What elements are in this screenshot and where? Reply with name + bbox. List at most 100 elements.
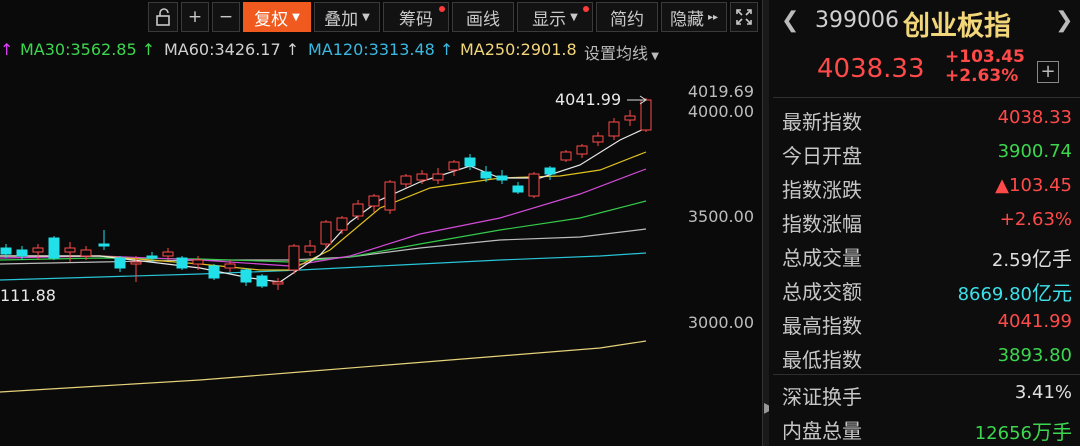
candle-body <box>146 255 158 259</box>
stat-value: 3900.74 <box>998 141 1072 162</box>
hide-button[interactable]: 隐藏 ▸▸ <box>661 2 727 32</box>
candle-body <box>336 217 348 231</box>
display-label: 显示 <box>532 9 567 30</box>
ma30-value: MA30:3562.85 ↑ <box>20 40 155 59</box>
stat-row: 总成交额 8669.80亿元 <box>782 273 1074 307</box>
adjust-button[interactable]: 复权 ▼ <box>243 2 311 32</box>
candle-body <box>114 257 126 269</box>
stat-label: 最高指数 <box>782 314 862 338</box>
candle-body <box>496 175 508 181</box>
stat-row: 总成交量 2.59亿手 <box>782 239 1074 273</box>
axis-top-value: 4019.69 <box>687 82 754 101</box>
panel-divider[interactable]: ▶ <box>762 0 775 446</box>
stat-row: 内盘总量 12656万手 <box>782 412 1074 446</box>
zoom-in-button[interactable]: + <box>181 2 209 32</box>
candle-body <box>608 121 620 137</box>
prev-arrow-icon[interactable]: ❮ <box>781 8 799 33</box>
stat-number: 8669.80 <box>957 284 1032 305</box>
stat-unit: 亿元 <box>1032 281 1072 305</box>
candlestick-plot[interactable]: 4041.99 111.88 <box>0 70 676 446</box>
adjust-label: 复权 <box>254 9 289 30</box>
index-name: 创业板指 <box>903 11 1011 42</box>
simple-mode-button[interactable]: 简约 <box>596 2 658 32</box>
candle-body <box>288 245 300 271</box>
chips-button[interactable]: 筹码 <box>383 2 449 32</box>
display-button[interactable]: 显示 ▼ <box>517 2 593 32</box>
candle-body <box>224 263 236 269</box>
stat-label: 最低指数 <box>782 348 862 372</box>
candle-body <box>162 251 174 257</box>
candle-body <box>208 265 220 279</box>
candle-body <box>592 135 604 143</box>
add-watchlist-button[interactable]: + <box>1037 61 1059 83</box>
candle-body <box>448 161 460 171</box>
high-value-label: 4041.99 <box>555 90 621 109</box>
stat-row: 最新指数 4038.33 <box>782 103 1074 137</box>
overlay-button[interactable]: 叠加 ▼ <box>314 2 380 32</box>
stat-label: 指数涨跌 <box>782 178 862 202</box>
ma-settings-label: 设置均线 <box>584 44 649 63</box>
stat-number: +2.63% <box>999 209 1072 230</box>
candle-body <box>16 249 28 257</box>
stat-label: 今日开盘 <box>782 144 862 168</box>
stat-label: 总成交额 <box>782 280 862 304</box>
ma250-text: MA250:2901.8 <box>460 40 577 59</box>
caret-down-icon: ▼ <box>648 51 659 62</box>
change-percent: +2.63% <box>945 66 1019 86</box>
stat-label: 指数涨幅 <box>782 212 862 236</box>
candle-body <box>576 145 588 155</box>
caret-down-icon: ▼ <box>570 11 578 23</box>
ma120-line <box>0 252 647 281</box>
latest-price: 4038.33 <box>817 54 925 84</box>
candle-body <box>176 257 188 269</box>
candle-body <box>32 247 44 253</box>
divider-line <box>773 374 1080 375</box>
next-arrow-icon[interactable]: ❯ <box>1055 8 1073 33</box>
ma250-line <box>0 340 647 393</box>
divider-line <box>773 97 1080 98</box>
draw-line-label: 画线 <box>466 9 500 30</box>
candlesticks <box>0 98 652 290</box>
stat-row: 指数涨跌 ▲103.45 <box>782 171 1074 205</box>
ma120-value: MA120:3313.48 ↑ <box>308 40 453 59</box>
stat-value: 3.41% <box>1015 382 1072 403</box>
candle-body <box>432 173 444 181</box>
fullscreen-icon[interactable] <box>730 2 758 32</box>
stat-number: 2.59 <box>991 250 1032 271</box>
ma-settings-button[interactable]: 设置均线 ▼ <box>584 40 659 64</box>
stat-row: 最高指数 4041.99 <box>782 307 1074 341</box>
axis-tick-4000: 4000.00 <box>687 102 754 121</box>
unlock-icon[interactable] <box>148 2 178 32</box>
candle-body <box>192 259 204 265</box>
overlay-label: 叠加 <box>324 9 359 30</box>
stat-value: 4038.33 <box>998 107 1072 128</box>
axis-tick-3500: 3500.00 <box>687 207 754 226</box>
candle-body <box>416 173 428 181</box>
candle-body <box>80 249 92 257</box>
candle-body <box>130 261 142 265</box>
stat-number: 4038.33 <box>997 107 1072 128</box>
quote-panel: ❮ 399006 创业板指 ❯ 4038.33 +103.45 +2.63% +… <box>769 0 1080 446</box>
ma60-value: MA60:3426.17 ↑ <box>164 40 299 59</box>
stat-value: 2.59亿手 <box>992 243 1072 272</box>
stat-label: 总成交量 <box>782 246 862 270</box>
draw-line-button[interactable]: 画线 <box>452 2 514 32</box>
stat-value: +2.63% <box>1000 209 1072 230</box>
stat-number: ▲103.45 <box>995 175 1072 196</box>
ma-arrow-icon: ↑ <box>0 40 14 59</box>
candle-body <box>480 171 492 179</box>
candle-body <box>272 281 284 285</box>
candle-body <box>320 221 332 245</box>
stat-row: 指数涨幅 +2.63% <box>782 205 1074 239</box>
stat-number: 3893.80 <box>997 345 1072 366</box>
candle-body <box>400 175 412 185</box>
stat-value: 3893.80 <box>998 345 1072 366</box>
notification-dot-icon <box>439 6 445 12</box>
stat-value: 8669.80亿元 <box>958 277 1072 306</box>
double-chevron-right-icon: ▸▸ <box>707 11 719 23</box>
stat-row: 最低指数 3893.80 <box>782 341 1074 375</box>
candle-body <box>464 157 476 167</box>
zoom-out-button[interactable]: − <box>212 2 240 32</box>
caret-down-icon: ▼ <box>292 11 300 23</box>
stat-number: 4041.99 <box>997 311 1072 332</box>
